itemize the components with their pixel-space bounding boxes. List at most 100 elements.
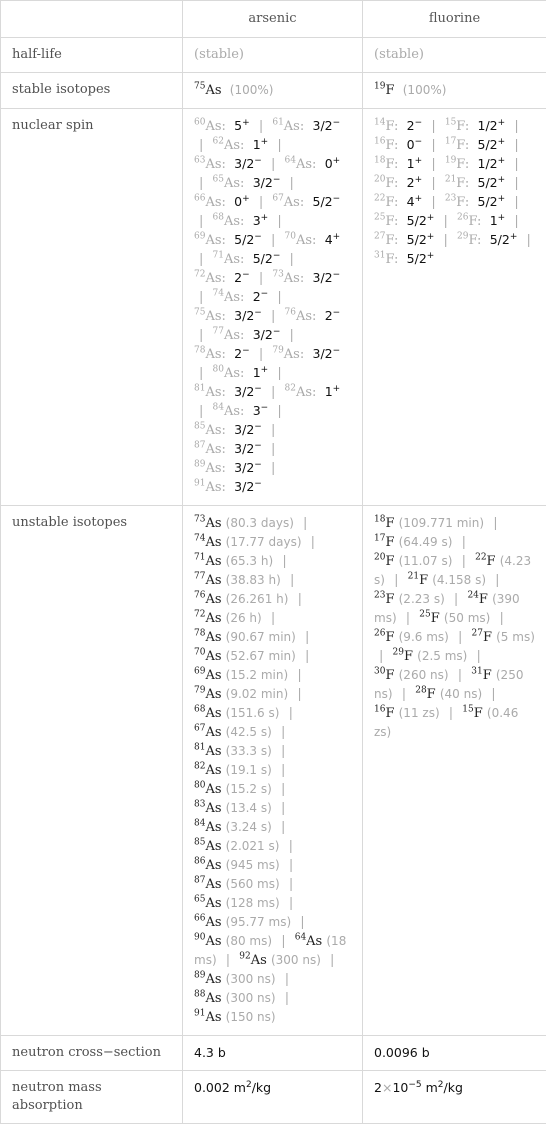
colon: : <box>240 176 244 191</box>
isotope-entry: 73As (80.3 days) <box>194 516 294 531</box>
element-symbol: F <box>468 233 477 248</box>
colon: : <box>222 157 226 172</box>
neutron-mass-absorption-fluorine: 2×10−5 m2/kg <box>363 1071 546 1124</box>
half-life: (11.07 s) <box>399 554 453 568</box>
half-life: (80.3 days) <box>226 516 294 530</box>
separator: | <box>277 214 281 229</box>
mass-number: 78 <box>194 346 205 356</box>
mass-number: 29 <box>457 232 468 242</box>
element-symbol: As <box>205 83 221 98</box>
isotope: 80As: <box>213 366 245 381</box>
colon: : <box>222 271 226 286</box>
spin-value: 5+ <box>234 118 250 133</box>
spin-number: 3/2 <box>313 346 333 361</box>
spin-number: 1 <box>490 213 498 228</box>
spin-entry: 81As: 3/2− <box>194 385 262 400</box>
element-symbol: As <box>284 271 300 286</box>
half-life: (50 ms) <box>444 611 490 625</box>
separator: | <box>281 801 285 816</box>
element-symbol: F <box>385 668 394 683</box>
separator: | <box>305 630 309 645</box>
spin-value: 5/2+ <box>407 213 435 228</box>
mass-number: 80 <box>213 365 224 375</box>
parity: + <box>498 156 506 166</box>
parity: + <box>427 213 435 223</box>
isotope: 77As: <box>213 328 245 343</box>
colon: : <box>394 214 398 229</box>
mass-number: 64 <box>285 156 296 166</box>
spin-value: 3/2− <box>234 384 262 399</box>
half-life: (300 ns) <box>271 953 321 967</box>
mass-number: 74 <box>213 289 224 299</box>
element-symbol: As <box>205 972 221 987</box>
isotope-entry: 65As (128 ms) <box>194 896 280 911</box>
colon: : <box>222 480 226 495</box>
isotope-entry: 25F (50 ms) <box>419 611 490 626</box>
colon: : <box>240 214 244 229</box>
spin-number: 0 <box>234 194 242 209</box>
isotope: 89As <box>194 972 222 987</box>
mass-number: 73 <box>272 270 283 280</box>
mass-number: 70 <box>285 232 296 242</box>
isotope: 91As: <box>194 480 226 495</box>
element-symbol: As <box>205 915 221 930</box>
row-label: half-life <box>1 38 183 73</box>
spin-value: 3/2− <box>253 175 281 190</box>
half-life: (260 ns) <box>399 668 449 682</box>
spin-entry: 73As: 3/2− <box>272 271 340 286</box>
separator: | <box>271 461 275 476</box>
element-symbol: As <box>296 157 312 172</box>
parity: − <box>273 251 281 261</box>
separator: | <box>289 858 293 873</box>
element-symbol: F <box>385 592 394 607</box>
spin-entry: 31F: 5/2+ <box>374 252 434 267</box>
element-symbol: As <box>205 744 221 759</box>
isotope: 27F: <box>374 233 398 248</box>
isotope: 79As <box>194 687 222 702</box>
isotope: 89As: <box>194 461 226 476</box>
isotope-entry: 28F (40 ns) <box>415 687 482 702</box>
element-symbol: F <box>456 119 465 134</box>
separator: | <box>527 233 531 248</box>
mass-number: 20 <box>374 553 385 563</box>
spin-number: 2 <box>234 270 242 285</box>
separator: | <box>290 176 294 191</box>
row-neutron-mass-absorption: neutron mass absorption 0.002 m2/kg 2×10… <box>1 1071 546 1124</box>
isotope: 27F <box>472 630 492 645</box>
spin-entry: 63As: 3/2− <box>194 157 262 172</box>
isotope: 86As <box>194 858 222 873</box>
spin-entry: 68As: 3+ <box>213 214 269 229</box>
spin-value: 4+ <box>407 194 423 209</box>
element-symbol: As <box>296 385 312 400</box>
spin-number: 3/2 <box>234 460 254 475</box>
element-symbol: As <box>205 385 221 400</box>
separator: | <box>297 687 301 702</box>
spin-value: 1+ <box>490 213 506 228</box>
isotope-entry: 17F (64.49 s) <box>374 535 452 550</box>
spin-entry: 75As: 3/2− <box>194 309 262 324</box>
separator: | <box>290 573 294 588</box>
element-symbol: F <box>419 573 428 588</box>
colon: : <box>394 138 398 153</box>
separator: | <box>431 195 435 210</box>
spin-number: 2 <box>407 175 415 190</box>
element-symbol: As <box>306 934 322 949</box>
spin-value: 3+ <box>253 213 269 228</box>
isotope: 23F <box>374 592 394 607</box>
isotope-entry: 66As (95.77 ms) <box>194 915 291 930</box>
mass-number: 26 <box>457 213 468 223</box>
isotope-entry: 68As (151.6 s) <box>194 706 279 721</box>
isotope: 78As: <box>194 347 226 362</box>
element-symbol: As <box>251 953 267 968</box>
parity: + <box>498 137 506 147</box>
mass-number: 89 <box>194 460 205 470</box>
half-life-fluorine: (stable) <box>363 38 546 73</box>
half-life: (19.1 s) <box>226 763 272 777</box>
element-symbol: As <box>205 877 221 892</box>
mass-number: 70 <box>194 648 205 658</box>
separator: | <box>431 157 435 172</box>
element-symbol: As <box>205 461 221 476</box>
spin-value: 2+ <box>407 175 423 190</box>
separator: | <box>402 687 406 702</box>
spin-entry: 18F: 1+ <box>374 157 422 172</box>
